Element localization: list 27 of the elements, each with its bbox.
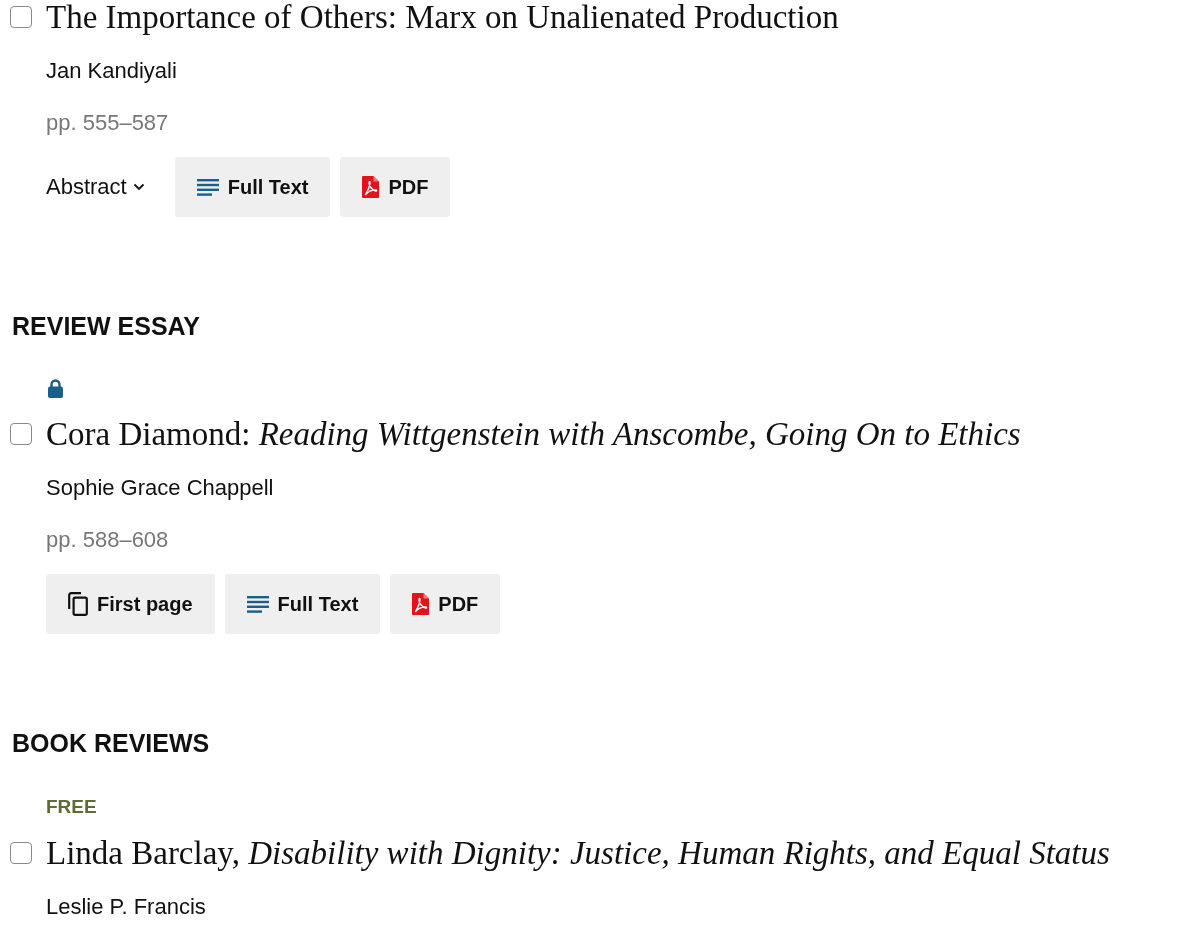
pdf-icon <box>412 593 430 615</box>
section-heading: BOOK REVIEWS <box>11 728 210 758</box>
full-text-button[interactable]: Full Text <box>174 157 331 217</box>
copy-icon <box>68 592 88 616</box>
checkbox[interactable] <box>10 842 32 864</box>
article-title-link[interactable]: Cora Diamond: Reading Wittgenstein with Anscombe, Going On to Ethics <box>46 417 1021 451</box>
abstract-toggle[interactable]: Abstract <box>46 171 145 203</box>
checkbox[interactable] <box>10 6 32 28</box>
text-lines-icon <box>196 178 219 196</box>
author-name: Jan Kandiyali <box>46 57 177 85</box>
lock-icon <box>48 378 63 398</box>
pdf-icon <box>362 176 380 198</box>
first-page-button[interactable]: First page <box>46 574 215 634</box>
pdf-button[interactable]: PDF <box>390 574 501 634</box>
chevron-down-icon <box>132 183 145 191</box>
text-lines-icon <box>246 595 269 613</box>
author-name: Sophie Grace Chappell <box>46 474 274 502</box>
article-title-link[interactable]: The Importance of Others: Marx on Unalienated Production <box>46 0 839 34</box>
author-name: Leslie P. Francis <box>46 893 206 921</box>
page-range: pp. 555–587 <box>46 109 169 137</box>
pdf-button[interactable]: PDF <box>340 157 451 217</box>
full-text-button[interactable]: Full Text <box>224 574 381 634</box>
article-title-link[interactable]: Linda Barclay, Disability with Dignity: Justice, Human Rights, and Equal Status <box>46 836 1110 870</box>
section-heading: REVIEW ESSAY <box>11 311 201 341</box>
page-range: pp. 588–608 <box>46 526 169 554</box>
checkbox[interactable] <box>10 423 32 445</box>
free-label: FREE <box>46 795 97 819</box>
